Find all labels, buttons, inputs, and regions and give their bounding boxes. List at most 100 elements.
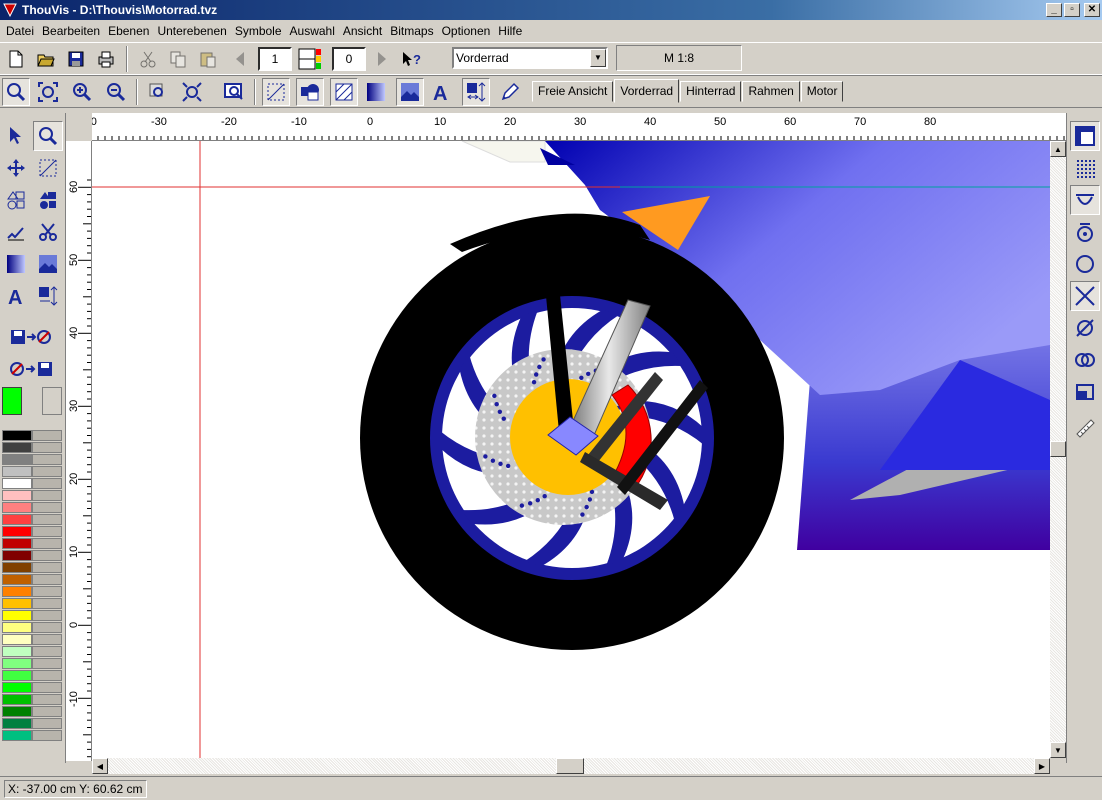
color-swatch[interactable]	[2, 526, 32, 537]
scroll-right-icon[interactable]: ▶	[1034, 758, 1050, 774]
custom-color-swatch[interactable]	[32, 574, 62, 585]
color-swatch[interactable]	[2, 562, 32, 573]
drawing-canvas[interactable]	[92, 141, 1050, 758]
scroll-up-icon[interactable]: ▲	[1050, 141, 1066, 157]
minimize-button[interactable]: _	[1046, 3, 1062, 17]
tab-rahmen[interactable]: Rahmen	[742, 81, 800, 102]
color-swatch[interactable]	[2, 670, 32, 681]
show-dimensions-icon[interactable]	[462, 78, 490, 106]
color-swatch[interactable]	[2, 502, 32, 513]
color-swatch[interactable]	[2, 442, 32, 453]
color-swatch[interactable]	[2, 514, 32, 525]
horizontal-scroll-thumb[interactable]	[556, 758, 584, 774]
color-swatch[interactable]	[2, 586, 32, 597]
custom-color-swatch[interactable]	[32, 538, 62, 549]
show-fills-icon[interactable]	[296, 78, 324, 106]
color-swatch[interactable]	[2, 682, 32, 693]
zoom-selection-icon[interactable]	[144, 78, 172, 106]
custom-color-swatch[interactable]	[32, 562, 62, 573]
custom-color-swatch[interactable]	[32, 490, 62, 501]
custom-color-swatch[interactable]	[32, 502, 62, 513]
custom-color-swatch[interactable]	[32, 622, 62, 633]
horizontal-ruler[interactable]: -50-40-30-20-1001020304050607080	[92, 113, 1066, 141]
color-swatch[interactable]	[2, 574, 32, 585]
snap-circle-icon[interactable]	[1070, 249, 1100, 279]
layer-number-field[interactable]: 0	[332, 47, 366, 71]
pen-settings-icon[interactable]	[496, 78, 524, 106]
custom-color-swatch[interactable]	[32, 514, 62, 525]
menu-bearbeiten[interactable]: Bearbeiten	[38, 24, 104, 38]
restore-button[interactable]: ▫	[1064, 3, 1080, 17]
paste-icon[interactable]	[194, 45, 222, 73]
shapes-filled-icon[interactable]	[33, 185, 63, 215]
zoom-fit-icon[interactable]	[34, 78, 62, 106]
snap-ruler-icon[interactable]	[1070, 413, 1100, 443]
snap-overlap-icon[interactable]	[1070, 345, 1100, 375]
custom-color-swatch[interactable]	[32, 658, 62, 669]
show-bitmaps-icon[interactable]	[396, 78, 424, 106]
export-symbol-icon[interactable]	[4, 323, 60, 353]
bitmap-tool-icon[interactable]	[33, 249, 63, 279]
custom-color-swatch[interactable]	[32, 586, 62, 597]
custom-color-swatch[interactable]	[32, 598, 62, 609]
color-swatch[interactable]	[2, 490, 32, 501]
color-swatch[interactable]	[2, 598, 32, 609]
next-page-icon[interactable]	[368, 45, 396, 73]
cut-icon[interactable]	[134, 45, 162, 73]
menu-unterebenen[interactable]: Unterebenen	[153, 24, 230, 38]
menu-hilfe[interactable]: Hilfe	[494, 24, 526, 38]
menu-bitmaps[interactable]: Bitmaps	[386, 24, 437, 38]
show-grid-icon[interactable]	[262, 78, 290, 106]
color-swatch[interactable]	[2, 658, 32, 669]
preview-icon[interactable]	[220, 78, 248, 106]
color-swatch[interactable]	[2, 694, 32, 705]
snap-grid-icon[interactable]	[1070, 153, 1100, 183]
snap-tangent-icon[interactable]	[1070, 313, 1100, 343]
custom-color-swatch[interactable]	[32, 454, 62, 465]
color-swatch[interactable]	[2, 478, 32, 489]
new-file-icon[interactable]	[2, 45, 30, 73]
color-swatch[interactable]	[2, 550, 32, 561]
zoom-out-icon[interactable]	[102, 78, 130, 106]
color-swatch[interactable]	[2, 646, 32, 657]
gradient-tool-icon[interactable]	[1, 249, 31, 279]
dimension-tool-icon[interactable]	[33, 281, 63, 311]
custom-color-swatch[interactable]	[32, 718, 62, 729]
print-icon[interactable]	[92, 45, 120, 73]
menu-ansicht[interactable]: Ansicht	[339, 24, 386, 38]
color-swatch[interactable]	[2, 730, 32, 741]
scissors-icon[interactable]	[33, 217, 63, 247]
scroll-down-icon[interactable]: ▼	[1050, 742, 1066, 758]
custom-color-swatch[interactable]	[32, 478, 62, 489]
text-tool-icon[interactable]: A	[1, 281, 31, 311]
resize-frame-icon[interactable]	[33, 153, 63, 183]
color-swatch[interactable]	[2, 610, 32, 621]
color-swatch[interactable]	[2, 538, 32, 549]
custom-color-swatch[interactable]	[32, 730, 62, 741]
snap-endpoint-icon[interactable]	[1070, 185, 1100, 215]
vertical-scrollbar[interactable]: ▲ ▼	[1050, 141, 1066, 758]
custom-color-swatch[interactable]	[32, 466, 62, 477]
snap-perpendicular-icon[interactable]	[1070, 377, 1100, 407]
scroll-left-icon[interactable]: ◀	[92, 758, 108, 774]
show-hatching-icon[interactable]	[330, 78, 358, 106]
color-swatch[interactable]	[2, 430, 32, 441]
show-gradients-icon[interactable]	[362, 78, 390, 106]
chevron-down-icon[interactable]: ▼	[590, 49, 606, 67]
color-swatch[interactable]	[2, 454, 32, 465]
snap-intersection-icon[interactable]	[1070, 281, 1100, 311]
tab-freie-ansicht[interactable]: Freie Ansicht	[532, 81, 614, 102]
move-icon[interactable]	[1, 153, 31, 183]
layer-visibility-icon[interactable]	[296, 45, 324, 73]
vertical-ruler[interactable]: 6050403020100-10-20	[66, 141, 92, 761]
save-icon[interactable]	[62, 45, 90, 73]
custom-color-swatch[interactable]	[32, 682, 62, 693]
zoom-page-icon[interactable]	[178, 78, 206, 106]
open-folder-icon[interactable]	[32, 45, 60, 73]
color-swatch[interactable]	[2, 706, 32, 717]
current-line-color[interactable]	[42, 387, 62, 415]
horizontal-scrollbar[interactable]: ◀ ▶	[92, 758, 1050, 774]
freehand-draw-icon[interactable]	[1, 217, 31, 247]
custom-color-swatch[interactable]	[32, 694, 62, 705]
custom-color-swatch[interactable]	[32, 634, 62, 645]
